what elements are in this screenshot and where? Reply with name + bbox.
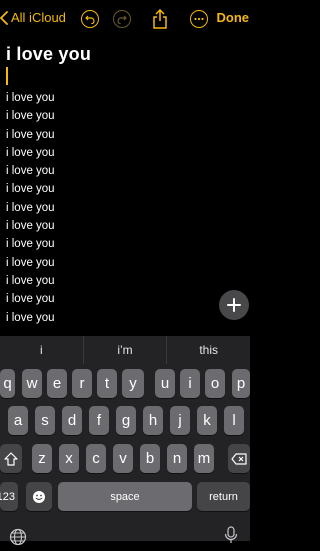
key-v[interactable]: v bbox=[113, 444, 133, 473]
note-line[interactable]: i love you bbox=[6, 235, 246, 253]
key-z[interactable]: z bbox=[32, 444, 52, 473]
key-l[interactable]: l bbox=[224, 406, 244, 435]
globe-key[interactable] bbox=[9, 528, 27, 551]
suggestion-item[interactable]: i bbox=[0, 336, 84, 364]
key-h[interactable]: h bbox=[143, 406, 163, 435]
shift-icon bbox=[4, 451, 18, 466]
more-button[interactable] bbox=[190, 10, 208, 28]
key-y[interactable]: y bbox=[122, 369, 144, 398]
undo-button[interactable] bbox=[81, 10, 99, 28]
note-title[interactable]: i love you bbox=[6, 44, 246, 65]
emoji-key[interactable] bbox=[26, 482, 52, 511]
suggestion-item[interactable]: i’m bbox=[84, 336, 168, 364]
key-d[interactable]: d bbox=[62, 406, 82, 435]
key-e[interactable]: e bbox=[47, 369, 67, 398]
key-w[interactable]: w bbox=[22, 369, 42, 398]
suggestion-bar: i i’m this bbox=[0, 336, 250, 364]
globe-icon bbox=[9, 528, 27, 546]
note-line[interactable]: i love you bbox=[6, 199, 246, 217]
key-a[interactable]: a bbox=[8, 406, 28, 435]
redo-button[interactable] bbox=[113, 10, 131, 28]
key-i[interactable]: i bbox=[180, 369, 200, 398]
note-line[interactable]: i love you bbox=[6, 126, 246, 144]
note-line[interactable]: i love you bbox=[6, 254, 246, 272]
key-j[interactable]: j bbox=[170, 406, 190, 435]
backspace-icon bbox=[231, 452, 247, 465]
key-q[interactable]: q bbox=[0, 369, 15, 398]
note-line[interactable]: i love you bbox=[6, 180, 246, 198]
numbers-key-label: 123 bbox=[0, 490, 15, 503]
ellipsis-icon bbox=[194, 17, 204, 21]
plus-icon bbox=[227, 298, 241, 312]
note-line[interactable]: i love you bbox=[6, 89, 246, 107]
key-r[interactable]: r bbox=[72, 369, 92, 398]
add-button[interactable] bbox=[219, 290, 249, 320]
suggestion-item[interactable]: this bbox=[167, 336, 250, 364]
note-line[interactable]: i love you bbox=[6, 144, 246, 162]
microphone-icon bbox=[224, 526, 238, 543]
key-x[interactable]: x bbox=[59, 444, 79, 473]
key-s[interactable]: s bbox=[35, 406, 55, 435]
key-c[interactable]: c bbox=[86, 444, 106, 473]
text-cursor bbox=[6, 67, 8, 85]
key-u[interactable]: u bbox=[155, 369, 175, 398]
key-t[interactable]: t bbox=[97, 369, 117, 398]
key-k[interactable]: k bbox=[197, 406, 217, 435]
share-button[interactable] bbox=[152, 8, 168, 34]
note-line[interactable]: i love you bbox=[6, 217, 246, 235]
note-line[interactable]: i love you bbox=[6, 272, 246, 290]
note-body[interactable]: i love you i love you i love you i love … bbox=[6, 44, 246, 327]
dictation-key[interactable] bbox=[224, 526, 238, 549]
note-line[interactable]: i love you bbox=[6, 309, 246, 327]
delete-key[interactable] bbox=[228, 444, 250, 473]
emoji-icon bbox=[33, 490, 45, 503]
return-key[interactable]: return bbox=[197, 482, 250, 511]
key-p[interactable]: p bbox=[232, 369, 250, 398]
space-key[interactable]: space bbox=[58, 482, 192, 511]
shift-key[interactable] bbox=[0, 444, 22, 473]
numbers-key[interactable]: 123 bbox=[0, 482, 18, 511]
key-g[interactable]: g bbox=[116, 406, 136, 435]
undo-icon bbox=[85, 15, 95, 24]
key-n[interactable]: n bbox=[167, 444, 187, 473]
key-o[interactable]: o bbox=[205, 369, 225, 398]
key-f[interactable]: f bbox=[89, 406, 109, 435]
back-button[interactable]: All iCloud bbox=[0, 10, 66, 25]
redo-icon bbox=[117, 15, 127, 24]
keyboard: i i’m this q w e r t y u i o p a s d f g… bbox=[0, 336, 250, 546]
navigation-bar: All iCloud Done bbox=[0, 0, 250, 44]
note-line[interactable]: i love you bbox=[6, 290, 246, 308]
back-label: All iCloud bbox=[11, 10, 66, 25]
note-line[interactable]: i love you bbox=[6, 162, 246, 180]
key-m[interactable]: m bbox=[194, 444, 214, 473]
chevron-left-icon bbox=[0, 10, 8, 25]
share-icon bbox=[153, 8, 167, 29]
key-b[interactable]: b bbox=[140, 444, 160, 473]
done-button[interactable]: Done bbox=[217, 10, 250, 25]
note-line[interactable]: i love you bbox=[6, 107, 246, 125]
